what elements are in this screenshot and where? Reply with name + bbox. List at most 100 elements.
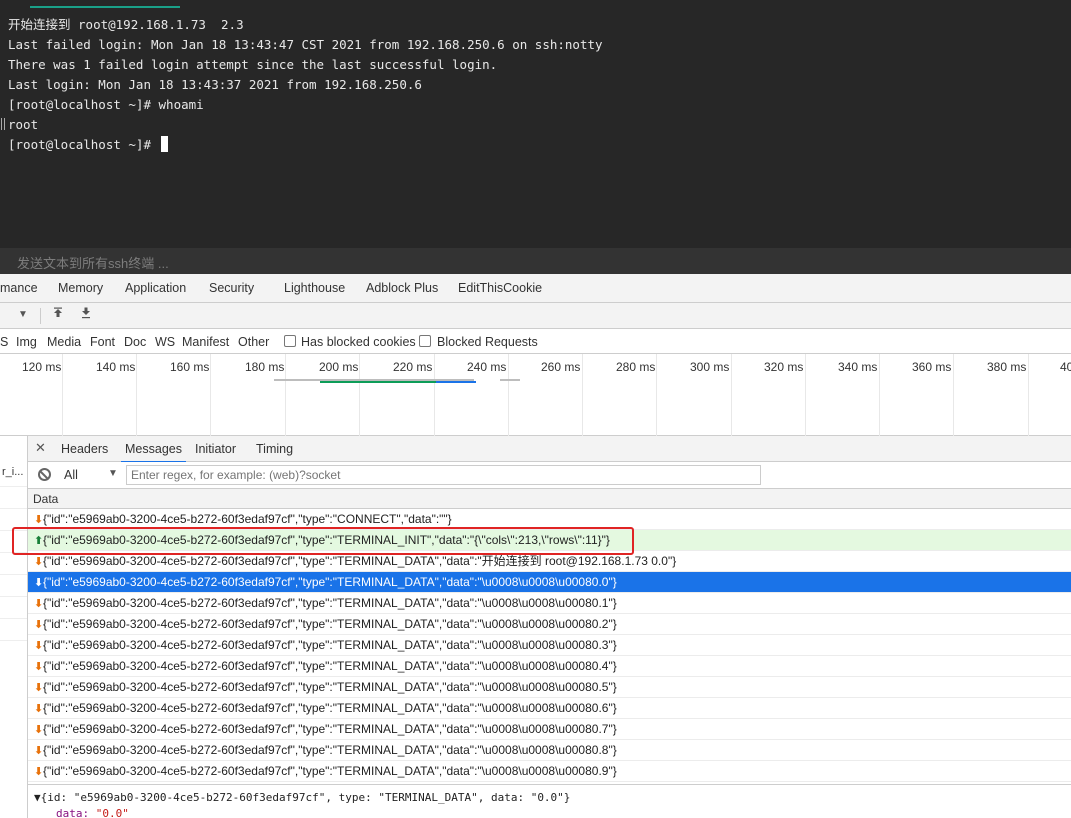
tab-messages[interactable]: Messages: [125, 442, 182, 456]
tab-security[interactable]: Security: [209, 281, 254, 295]
request-detail-panel: ✕ Headers Messages Initiator Timing All …: [28, 436, 1071, 818]
throttle-dropdown-icon[interactable]: ▼: [14, 306, 32, 324]
tab-adblock-plus[interactable]: Adblock Plus: [366, 281, 438, 295]
network-overview-timeline[interactable]: 120 ms 140 ms 160 ms 180 ms 200 ms 220 m…: [0, 354, 1071, 436]
terminal-prompt: [root@localhost ~]#: [8, 137, 159, 152]
message-row[interactable]: ⬇{"id":"e5969ab0-3200-4ce5-b272-60f3edaf…: [28, 698, 1071, 719]
tab-memory[interactable]: Memory: [58, 281, 103, 295]
tick-line: [359, 354, 360, 436]
filter-font[interactable]: Font: [90, 335, 115, 349]
tick-line: [136, 354, 137, 436]
message-text: {"id":"e5969ab0-3200-4ce5-b272-60f3edaf9…: [43, 512, 452, 526]
tick-line: [1028, 354, 1029, 436]
tab-application[interactable]: Application: [125, 281, 186, 295]
message-text: {"id":"e5969ab0-3200-4ce5-b272-60f3edaf9…: [43, 680, 617, 694]
filter-media[interactable]: Media: [47, 335, 81, 349]
terminal-line: root: [8, 115, 603, 135]
tick-line: [953, 354, 954, 436]
message-text: {"id":"e5969ab0-3200-4ce5-b272-60f3edaf9…: [43, 617, 617, 631]
arrow-down-icon: ⬇: [34, 741, 43, 761]
tick-line: [434, 354, 435, 436]
close-icon[interactable]: ✕: [35, 440, 46, 456]
terminal-line: Last failed login: Mon Jan 18 13:43:47 C…: [8, 35, 603, 55]
arrow-down-icon: ⬇: [34, 615, 43, 635]
filter-js[interactable]: S: [0, 335, 8, 349]
arrow-down-icon: ⬇: [34, 762, 43, 782]
tab-headers[interactable]: Headers: [61, 442, 108, 456]
terminal-cursor: [161, 136, 168, 152]
ssh-terminal[interactable]: 开始连接到 root@192.168.1.73 2.3 Last failed …: [0, 0, 1071, 248]
timeline-bar-gray: [500, 379, 520, 381]
message-text: {"id":"e5969ab0-3200-4ce5-b272-60f3edaf9…: [43, 596, 617, 610]
has-blocked-cookies-checkbox[interactable]: [284, 335, 296, 347]
tick-label: 200 ms: [319, 360, 358, 374]
tick-label: 140 ms: [96, 360, 135, 374]
message-type-select[interactable]: All: [64, 468, 78, 482]
arrow-down-icon: ⬇: [34, 552, 43, 572]
has-blocked-cookies-label: Has blocked cookies: [301, 335, 416, 349]
message-text: {"id":"e5969ab0-3200-4ce5-b272-60f3edaf9…: [43, 722, 617, 736]
timeline-bar-blue: [436, 381, 476, 383]
data-column-label: Data: [33, 492, 58, 506]
message-row[interactable]: ⬇{"id":"e5969ab0-3200-4ce5-b272-60f3edaf…: [28, 740, 1071, 761]
message-row[interactable]: ⬇{"id":"e5969ab0-3200-4ce5-b272-60f3edaf…: [28, 614, 1071, 635]
blocked-requests-checkbox[interactable]: [419, 335, 431, 347]
import-har-icon[interactable]: [49, 306, 67, 324]
regex-filter-input[interactable]: [126, 465, 761, 485]
message-row[interactable]: ⬇{"id":"e5969ab0-3200-4ce5-b272-60f3edaf…: [28, 761, 1071, 782]
message-text: {"id":"e5969ab0-3200-4ce5-b272-60f3edaf9…: [43, 659, 617, 673]
request-row[interactable]: [0, 598, 27, 619]
arrow-down-icon: ⬇: [34, 657, 43, 677]
clear-messages-icon[interactable]: [38, 468, 51, 481]
tick-line: [62, 354, 63, 436]
preview-data-line: data: "0.0": [56, 807, 129, 818]
message-text: {"id":"e5969ab0-3200-4ce5-b272-60f3edaf9…: [43, 638, 617, 652]
request-row[interactable]: [0, 554, 27, 575]
message-row[interactable]: ⬇{"id":"e5969ab0-3200-4ce5-b272-60f3edaf…: [28, 593, 1071, 614]
message-row[interactable]: ⬇{"id":"e5969ab0-3200-4ce5-b272-60f3edaf…: [28, 572, 1071, 593]
request-list-column: r_i...: [0, 436, 28, 818]
filter-manifest[interactable]: Manifest: [182, 335, 229, 349]
preview-value: "0.0": [96, 807, 129, 818]
annotation-highlight-box: [12, 527, 634, 555]
messages-column-header[interactable]: Data: [28, 489, 1071, 509]
filter-ws[interactable]: WS: [155, 335, 175, 349]
tab-timing[interactable]: Timing: [256, 442, 293, 456]
message-text: {"id":"e5969ab0-3200-4ce5-b272-60f3edaf9…: [43, 554, 676, 568]
tick-line: [508, 354, 509, 436]
request-row[interactable]: [0, 620, 27, 641]
chevron-down-icon[interactable]: ▼: [108, 468, 118, 479]
preview-object-line[interactable]: ▼{id: "e5969ab0-3200-4ce5-b272-60f3edaf9…: [34, 791, 570, 804]
tab-editthiscookie[interactable]: EditThisCookie: [458, 281, 542, 295]
message-row[interactable]: ⬇{"id":"e5969ab0-3200-4ce5-b272-60f3edaf…: [28, 656, 1071, 677]
tab-lighthouse[interactable]: Lighthouse: [284, 281, 345, 295]
toolbar-divider: [40, 308, 41, 324]
broadcast-input[interactable]: 发送文本到所有ssh终端 ...: [0, 248, 1071, 274]
tick-label: 160 ms: [170, 360, 209, 374]
message-preview: ▼{id: "e5969ab0-3200-4ce5-b272-60f3edaf9…: [28, 784, 1071, 818]
tick-label: 360 ms: [912, 360, 951, 374]
terminal-tab-indicator: [30, 6, 180, 8]
message-row[interactable]: ⬇{"id":"e5969ab0-3200-4ce5-b272-60f3edaf…: [28, 719, 1071, 740]
terminal-line-text: root: [8, 117, 38, 132]
tab-initiator[interactable]: Initiator: [195, 442, 236, 456]
filter-img[interactable]: Img: [16, 335, 37, 349]
request-row[interactable]: r_i...: [0, 466, 27, 487]
message-row[interactable]: ⬇{"id":"e5969ab0-3200-4ce5-b272-60f3edaf…: [28, 635, 1071, 656]
tick-label: 260 ms: [541, 360, 580, 374]
message-text: {"id":"e5969ab0-3200-4ce5-b272-60f3edaf9…: [43, 575, 617, 589]
tick-label: 180 ms: [245, 360, 284, 374]
request-row[interactable]: [0, 488, 27, 509]
tab-performance[interactable]: mance: [0, 281, 38, 295]
tick-label: 320 ms: [764, 360, 803, 374]
terminal-line: 开始连接到 root@192.168.1.73 2.3: [8, 15, 603, 35]
export-har-icon[interactable]: [77, 306, 95, 324]
message-row[interactable]: ⬇{"id":"e5969ab0-3200-4ce5-b272-60f3edaf…: [28, 677, 1071, 698]
blocked-requests-label: Blocked Requests: [437, 335, 538, 349]
message-text: {"id":"e5969ab0-3200-4ce5-b272-60f3edaf9…: [43, 764, 617, 778]
tick-line: [805, 354, 806, 436]
filter-other[interactable]: Other: [238, 335, 269, 349]
request-row[interactable]: [0, 576, 27, 597]
filter-doc[interactable]: Doc: [124, 335, 146, 349]
arrow-down-icon: ⬇: [34, 636, 43, 656]
